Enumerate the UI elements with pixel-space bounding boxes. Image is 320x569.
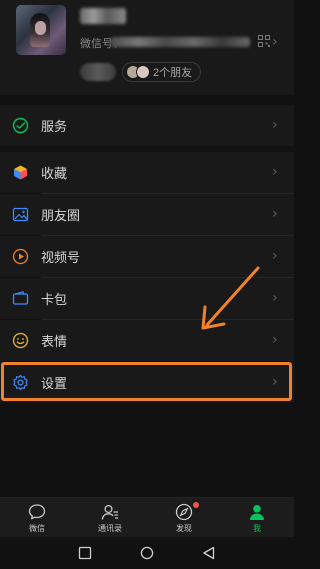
tab-discover[interactable]: 发现 (147, 498, 221, 538)
menu-label: 服务 (41, 119, 68, 134)
chevron-right-icon: › (272, 332, 278, 348)
tab-contacts[interactable]: 通讯录 (73, 498, 147, 538)
recent-apps-square-icon[interactable] (78, 546, 92, 560)
moments-image-icon (12, 207, 29, 222)
tab-chats[interactable]: 微信 (0, 498, 74, 538)
menu-label: 朋友圈 (41, 208, 81, 223)
menu-label: 收藏 (41, 166, 68, 181)
chevron-right-icon: › (272, 34, 278, 50)
tab-label: 我 (253, 524, 261, 533)
menu-label: 视频号 (41, 250, 81, 265)
menu-item-cards[interactable]: 卡包 › (0, 278, 294, 319)
menu-label: 表情 (41, 334, 68, 349)
wechat-id-blurred (110, 37, 250, 47)
channels-play-icon (12, 248, 29, 265)
qr-code-icon[interactable] (258, 35, 270, 47)
menu-item-stickers[interactable]: 表情 › (0, 320, 294, 361)
services-icon (12, 117, 29, 134)
menu-item-favorites[interactable]: 收藏 › (0, 152, 294, 193)
system-nav-bar (0, 537, 294, 569)
tab-label: 发现 (176, 524, 192, 533)
menu-label: 卡包 (41, 292, 68, 307)
menu-item-moments[interactable]: 朋友圈 › (0, 194, 294, 235)
status-pill-blurred[interactable] (80, 63, 116, 81)
chevron-right-icon: › (272, 206, 278, 222)
friend-avatar (136, 65, 150, 79)
contacts-person-icon (101, 504, 118, 520)
compass-icon (175, 503, 193, 521)
bottom-tab-bar: 微信 通讯录 发现 我 (0, 497, 294, 537)
chevron-right-icon: › (272, 164, 278, 180)
menu-item-services[interactable]: 服务 › (0, 105, 294, 146)
sticker-smile-icon (12, 332, 29, 349)
friends-count-label: 2个朋友 (153, 67, 193, 79)
friends-status-pill[interactable]: 2个朋友 (122, 62, 202, 82)
card-wallet-icon (12, 291, 29, 305)
notification-dot (193, 502, 199, 508)
me-person-icon (250, 505, 264, 520)
favorites-cube-icon (14, 165, 27, 180)
nickname-blurred (80, 8, 126, 24)
avatar[interactable] (16, 5, 66, 55)
settings-highlight-box (1, 362, 292, 401)
home-circle-icon[interactable] (140, 546, 154, 560)
chevron-right-icon: › (272, 248, 278, 264)
tab-label: 微信 (29, 524, 45, 533)
chat-bubble-icon (28, 504, 46, 520)
menu-item-channels[interactable]: 视频号 › (0, 236, 294, 277)
tab-me[interactable]: 我 (220, 498, 294, 538)
chevron-right-icon: › (272, 117, 278, 133)
tab-label: 通讯录 (98, 524, 122, 533)
profile-header[interactable]: 微信号： › 2个朋友 (0, 0, 294, 95)
chevron-right-icon: › (272, 290, 278, 306)
back-triangle-icon[interactable] (202, 546, 216, 560)
